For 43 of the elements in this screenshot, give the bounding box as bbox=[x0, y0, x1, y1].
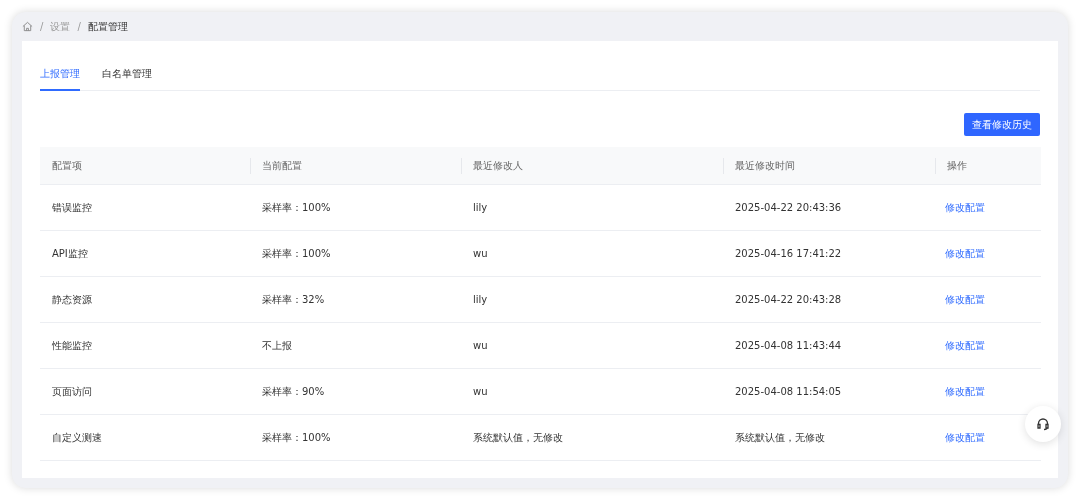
column-header: 操作 bbox=[935, 147, 1041, 185]
table-cell: wu bbox=[461, 323, 723, 369]
table-cell: 页面访问 bbox=[40, 369, 250, 415]
table-cell: 错误监控 bbox=[40, 185, 250, 231]
table-cell: 自定义测速 bbox=[40, 415, 250, 461]
edit-config-link[interactable]: 修改配置 bbox=[945, 338, 985, 353]
edit-config-link[interactable]: 修改配置 bbox=[945, 384, 985, 399]
edit-config-link[interactable]: 修改配置 bbox=[945, 246, 985, 261]
table-cell: 性能监控 bbox=[40, 323, 250, 369]
table-cell: wu bbox=[461, 231, 723, 277]
column-header: 当前配置 bbox=[250, 147, 461, 185]
table-cell: 2025-04-22 20:43:28 bbox=[723, 277, 935, 323]
table-cell: 采样率：100% bbox=[250, 231, 461, 277]
headset-icon bbox=[1036, 417, 1050, 431]
edit-config-link[interactable]: 修改配置 bbox=[945, 200, 985, 215]
breadcrumb-item[interactable]: 配置管理 bbox=[87, 19, 128, 34]
edit-config-link[interactable]: 修改配置 bbox=[945, 430, 985, 445]
table-cell: 采样率：90% bbox=[250, 369, 461, 415]
table-cell: wu bbox=[461, 369, 723, 415]
column-header: 最近修改人 bbox=[461, 147, 723, 185]
table-cell: API监控 bbox=[40, 231, 250, 277]
table-cell: 采样率：100% bbox=[250, 415, 461, 461]
column-header: 最近修改时间 bbox=[723, 147, 935, 185]
column-header: 配置项 bbox=[40, 147, 250, 185]
tab[interactable]: 白名单管理 bbox=[102, 65, 152, 91]
table-cell: 系统默认值，无修改 bbox=[723, 415, 935, 461]
table-cell: 采样率：100% bbox=[250, 185, 461, 231]
breadcrumb-item[interactable]: 设置 bbox=[50, 19, 71, 34]
table-cell: 静态资源 bbox=[40, 277, 250, 323]
table-cell: 2025-04-22 20:43:36 bbox=[723, 185, 935, 231]
table-cell: 2025-04-08 11:43:44 bbox=[723, 323, 935, 369]
table-cell: 系统默认值，无修改 bbox=[461, 415, 723, 461]
table-cell: 不上报 bbox=[250, 323, 461, 369]
table-cell: 2025-04-08 11:54:05 bbox=[723, 369, 935, 415]
table-cell: lily bbox=[461, 277, 723, 323]
breadcrumb-separator: / bbox=[40, 21, 44, 32]
table-cell: lily bbox=[461, 185, 723, 231]
table-cell: 采样率：32% bbox=[250, 277, 461, 323]
tab[interactable]: 上报管理 bbox=[40, 65, 80, 91]
table-cell: 2025-04-16 17:41:22 bbox=[723, 231, 935, 277]
breadcrumb-separator: / bbox=[77, 21, 81, 32]
view-history-button[interactable]: 查看修改历史 bbox=[964, 113, 1040, 136]
edit-config-link[interactable]: 修改配置 bbox=[945, 292, 985, 307]
